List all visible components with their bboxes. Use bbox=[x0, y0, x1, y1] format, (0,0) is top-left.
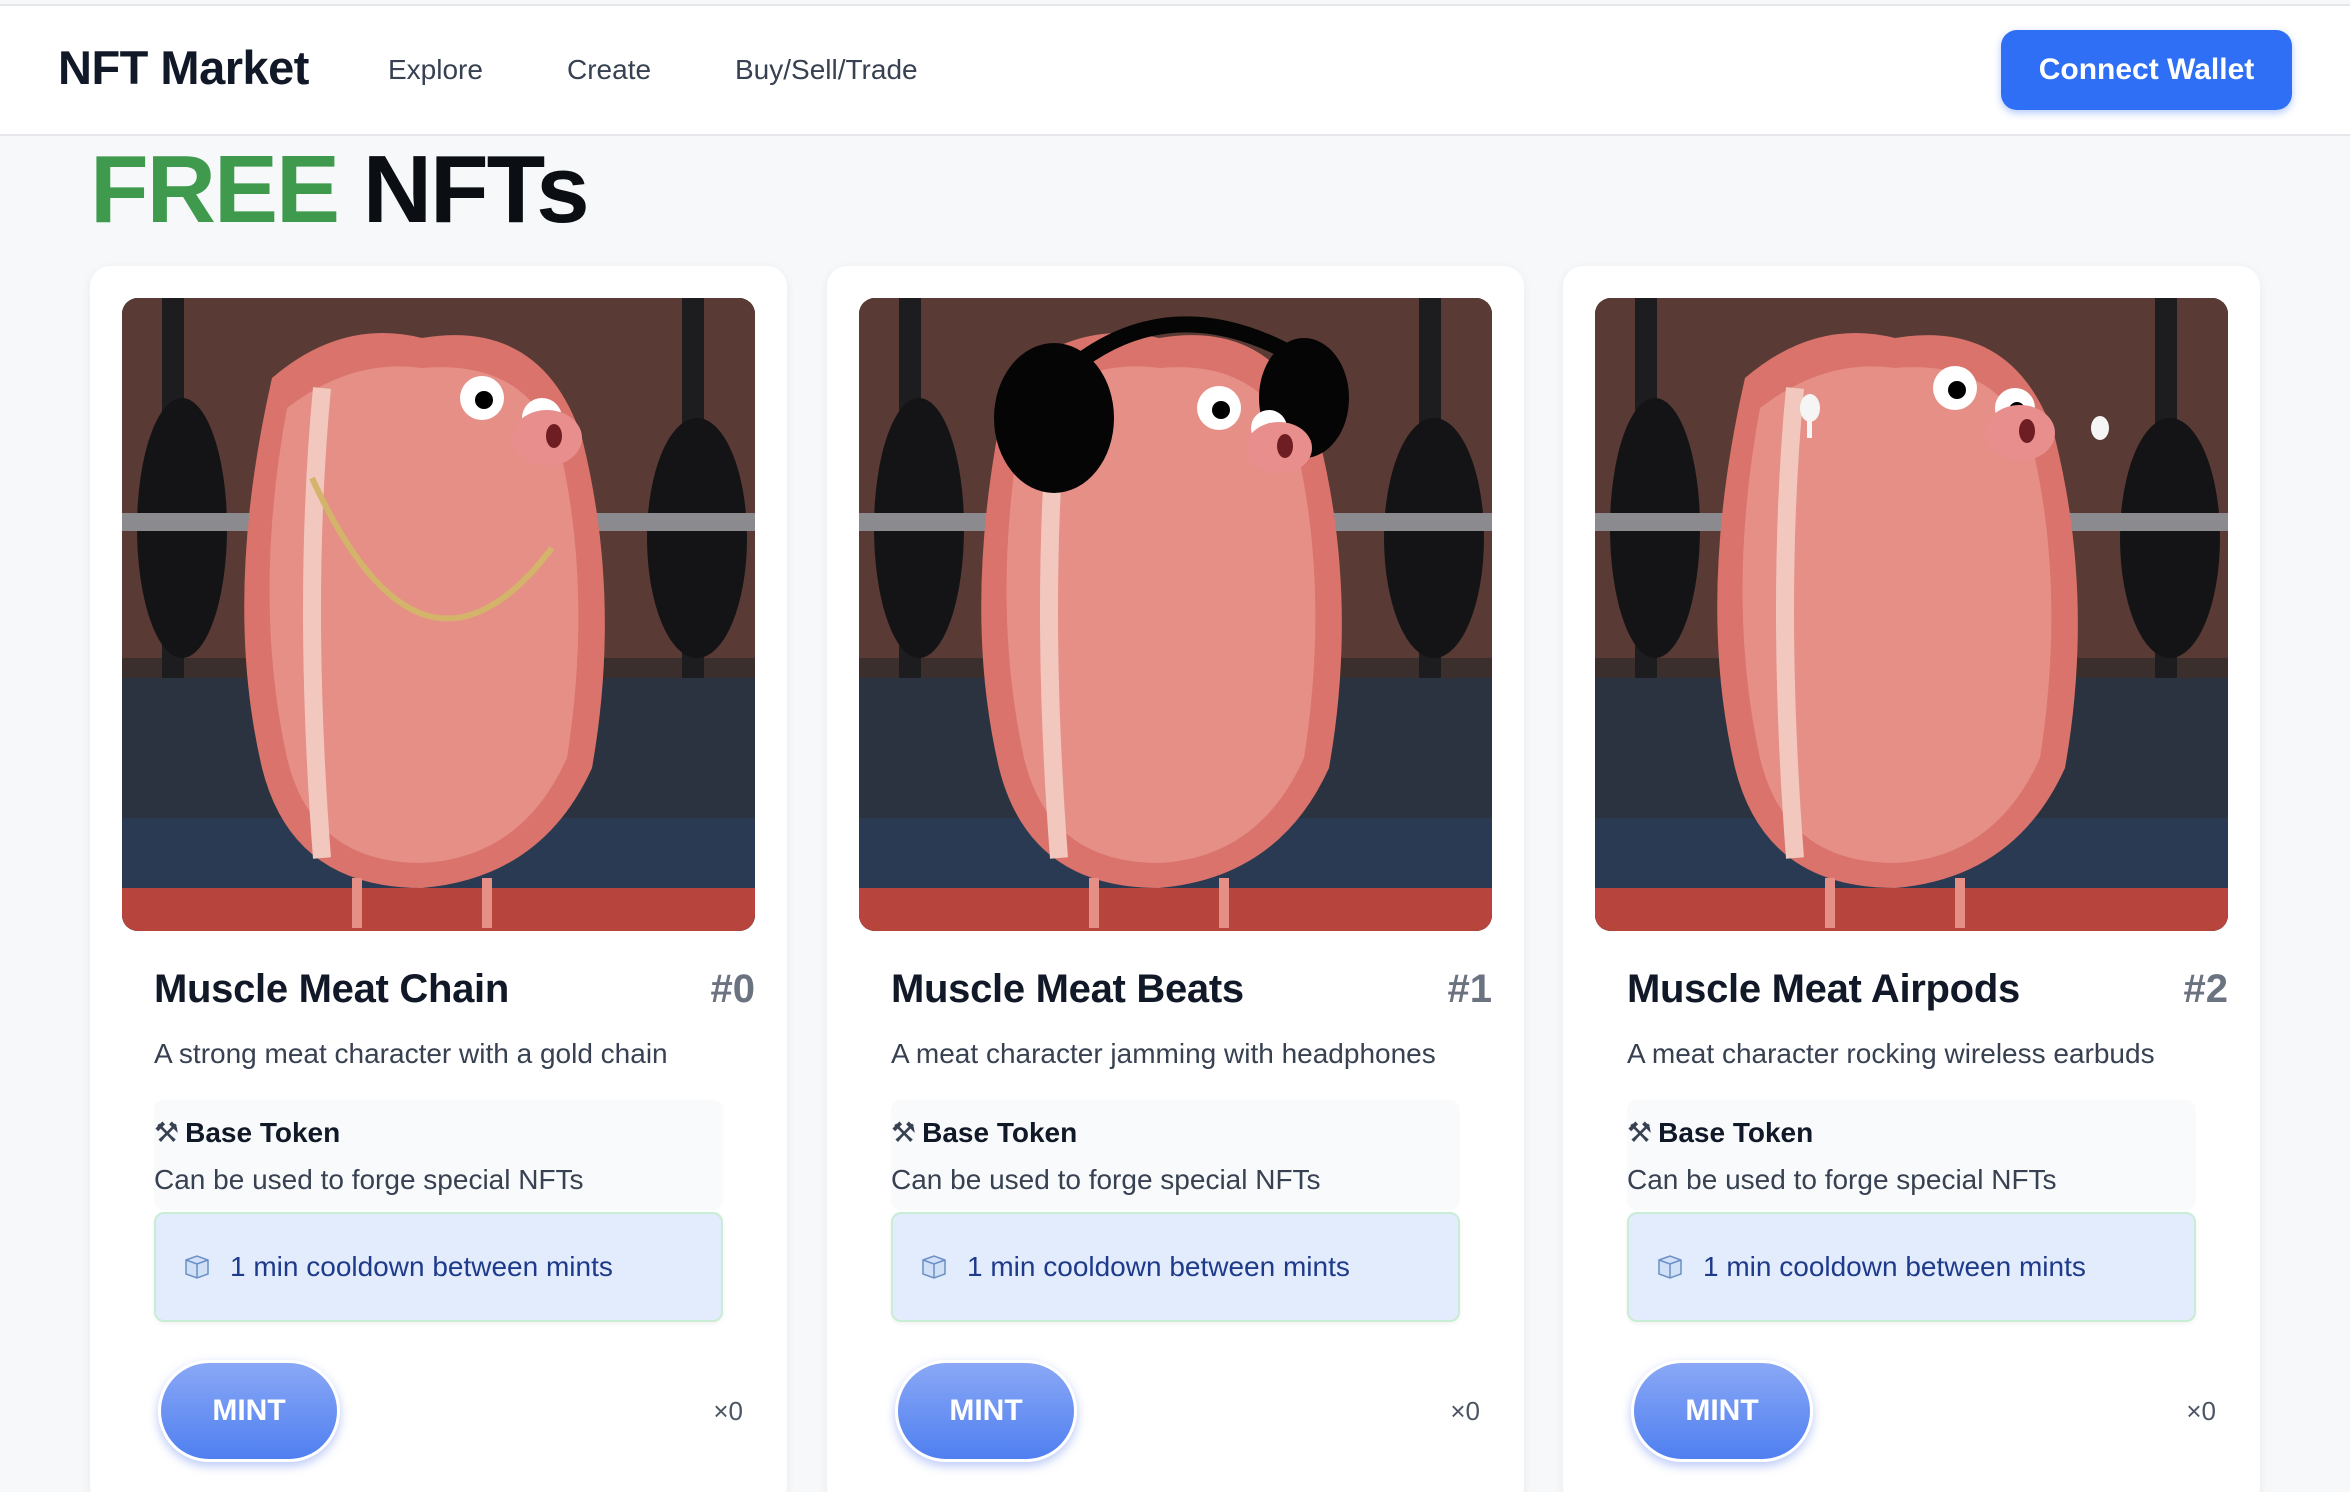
nft-number: #0 bbox=[710, 967, 756, 1011]
page-title: FREE NFTs bbox=[90, 140, 590, 240]
nft-number: #1 bbox=[1447, 967, 1493, 1011]
nav-explore-link[interactable]: Explore bbox=[388, 54, 483, 86]
cooldown-notice: 1 min cooldown between mints bbox=[154, 1212, 723, 1322]
nav-buy-sell-trade-link[interactable]: Buy/Sell/Trade bbox=[735, 54, 918, 86]
nft-image-muscle-meat-beats[interactable] bbox=[859, 298, 1492, 931]
hammer-pick-icon: ⚒ bbox=[891, 1117, 917, 1148]
cooldown-text: 1 min cooldown between mints bbox=[230, 1251, 613, 1282]
mint-button[interactable]: MINT bbox=[895, 1360, 1077, 1462]
cooldown-text: 1 min cooldown between mints bbox=[1703, 1251, 2086, 1282]
token-description: Can be used to forge special NFTs bbox=[154, 1164, 584, 1195]
token-info-box: ⚒ Base Token Can be used to forge specia… bbox=[891, 1100, 1460, 1210]
page-title-highlight: FREE bbox=[90, 136, 340, 243]
nft-card: Muscle Meat Beats #1 A meat character ja… bbox=[827, 266, 1524, 1492]
token-info-box: ⚒ Base Token Can be used to forge specia… bbox=[1627, 1100, 2196, 1210]
token-title: Base Token bbox=[922, 1116, 1078, 1148]
token-title-row: ⚒ Base Token bbox=[1627, 1116, 1813, 1149]
ice-cube-icon bbox=[919, 1254, 949, 1280]
nft-description: A meat character jamming with headphones bbox=[891, 1038, 1436, 1069]
nft-card: Muscle Meat Chain #0 A strong meat chara… bbox=[90, 266, 787, 1492]
brand-logo[interactable]: NFT Market bbox=[58, 40, 309, 95]
nft-name: Muscle Meat Chain bbox=[154, 967, 509, 1011]
token-title: Base Token bbox=[185, 1116, 341, 1148]
mint-button[interactable]: MINT bbox=[158, 1360, 340, 1462]
hammer-pick-icon: ⚒ bbox=[154, 1117, 180, 1148]
token-title-row: ⚒ Base Token bbox=[154, 1116, 340, 1149]
nft-image-muscle-meat-airpods[interactable] bbox=[1595, 298, 2228, 931]
hammer-pick-icon: ⚒ bbox=[1627, 1117, 1653, 1148]
nft-number: #2 bbox=[2183, 967, 2229, 1011]
cooldown-notice: 1 min cooldown between mints bbox=[1627, 1212, 2196, 1322]
top-nav-bar: NFT Market Explore Create Buy/Sell/Trade… bbox=[0, 6, 2350, 136]
nav-create-link[interactable]: Create bbox=[567, 54, 651, 86]
nft-name: Muscle Meat Airpods bbox=[1627, 967, 2020, 1011]
page-title-rest: NFTs bbox=[362, 136, 590, 243]
nft-description: A meat character rocking wireless earbud… bbox=[1627, 1038, 2155, 1069]
mint-button[interactable]: MINT bbox=[1631, 1360, 1813, 1462]
token-description: Can be used to forge special NFTs bbox=[891, 1164, 1321, 1195]
mint-count: ×0 bbox=[713, 1396, 743, 1426]
ice-cube-icon bbox=[1655, 1254, 1685, 1280]
nft-description: A strong meat character with a gold chai… bbox=[154, 1038, 668, 1069]
nft-card: Muscle Meat Airpods #2 A meat character … bbox=[1563, 266, 2260, 1492]
cooldown-text: 1 min cooldown between mints bbox=[967, 1251, 1350, 1282]
token-description: Can be used to forge special NFTs bbox=[1627, 1164, 2057, 1195]
mint-count: ×0 bbox=[1450, 1396, 1480, 1426]
token-title-row: ⚒ Base Token bbox=[891, 1116, 1077, 1149]
token-info-box: ⚒ Base Token Can be used to forge specia… bbox=[154, 1100, 723, 1210]
ice-cube-icon bbox=[182, 1254, 212, 1280]
token-title: Base Token bbox=[1658, 1116, 1814, 1148]
mint-count: ×0 bbox=[2186, 1396, 2216, 1426]
nft-name: Muscle Meat Beats bbox=[891, 967, 1244, 1011]
connect-wallet-button[interactable]: Connect Wallet bbox=[2001, 30, 2292, 110]
nft-image-muscle-meat-chain[interactable] bbox=[122, 298, 755, 931]
cooldown-notice: 1 min cooldown between mints bbox=[891, 1212, 1460, 1322]
